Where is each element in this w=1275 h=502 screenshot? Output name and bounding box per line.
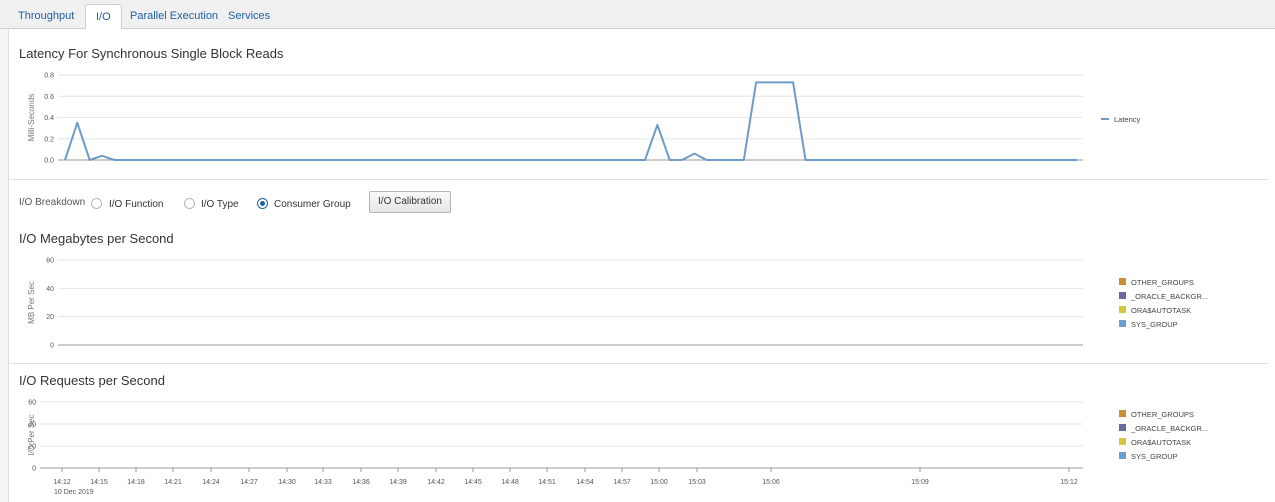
x-tick-label: 14:24 — [202, 479, 220, 486]
x-tick-label: 14:33 — [314, 479, 332, 486]
y-tick-label: 0.4 — [44, 115, 54, 122]
legend-label: SYS_GROUP — [1131, 452, 1178, 461]
legend-label: Latency — [1114, 115, 1141, 124]
y-tick-label: 40 — [46, 286, 54, 293]
x-tick-label: 14:51 — [538, 479, 556, 486]
legend-label: _ORACLE_BACKGR... — [1130, 424, 1208, 433]
rps-chart: 0204060I/O Per Sec OTHER_GROUPS_ORACLE_BA… — [27, 400, 1208, 487]
x-tick-label: 14:27 — [240, 479, 258, 486]
mbps-chart: 0 20 40 60 MB Per Sec OTHER_GROUPS _ORACLE_BAC… — [27, 258, 1208, 350]
x-tick-label: 14:15 — [90, 479, 108, 486]
legend-label: ORA$AUTOTASK — [1131, 438, 1191, 447]
x-tick-label: 14:21 — [164, 479, 182, 486]
y-tick-label: 0.6 — [44, 94, 54, 101]
legend-swatch — [1119, 320, 1126, 327]
x-tick-label: 15:06 — [762, 479, 780, 486]
date-label: 10 Dec 2019 — [54, 489, 94, 496]
y-axis-label: Milli-Seconds — [27, 94, 36, 142]
x-tick-label: 15:00 — [650, 479, 668, 486]
y-axis-label: MB Per Sec — [27, 281, 36, 324]
legend-swatch — [1119, 452, 1126, 459]
x-tick-label: 14:42 — [427, 479, 445, 486]
y-tick-label: 0 — [50, 343, 54, 350]
charts-svg: 0.0 0.2 0.4 0.6 0.8 Milli-Seconds Latency 0 20 4… — [27, 73, 1208, 497]
legend-swatch — [1119, 306, 1126, 313]
y-tick-label: 0 — [32, 466, 36, 473]
y-tick-label: 0.0 — [44, 158, 54, 165]
legend-swatch — [1119, 278, 1126, 285]
y-axis-label: I/O Per Sec — [27, 414, 36, 455]
legend-label: OTHER_GROUPS — [1131, 410, 1194, 419]
x-tick-label: 14:54 — [576, 479, 594, 486]
x-tick-label: 15:03 — [688, 479, 706, 486]
x-tick-label: 14:48 — [501, 479, 519, 486]
y-tick-label: 20 — [46, 314, 54, 321]
legend-label: OTHER_GROUPS — [1131, 278, 1194, 287]
y-tick-label: 0.2 — [44, 136, 54, 143]
legend-swatch — [1119, 292, 1126, 299]
x-tick-label: 14:12 — [53, 479, 71, 486]
x-tick-label: 14:18 — [127, 479, 145, 486]
y-tick-label: 0.8 — [44, 73, 54, 80]
x-tick-label: 14:39 — [389, 479, 407, 486]
legend-label: _ORACLE_BACKGR... — [1130, 292, 1208, 301]
x-tick-label: 14:36 — [352, 479, 370, 486]
x-tick-label: 15:09 — [911, 479, 929, 486]
latency-chart: 0.0 0.2 0.4 0.6 0.8 Milli-Seconds Latency — [27, 73, 1141, 165]
legend-swatch — [1119, 424, 1126, 431]
legend-label: ORA$AUTOTASK — [1131, 306, 1191, 315]
latency-series-line — [64, 81, 1077, 161]
legend-swatch — [1119, 438, 1126, 445]
y-tick-label: 60 — [28, 400, 36, 407]
x-tick-label: 14:45 — [464, 479, 482, 486]
legend-swatch — [1119, 410, 1126, 417]
legend-label: SYS_GROUP — [1131, 320, 1178, 329]
x-tick-label: 14:30 — [278, 479, 296, 486]
x-tick-label: 14:57 — [613, 479, 631, 486]
x-tick-label: 15:12 — [1060, 479, 1078, 486]
y-tick-label: 60 — [46, 258, 54, 265]
